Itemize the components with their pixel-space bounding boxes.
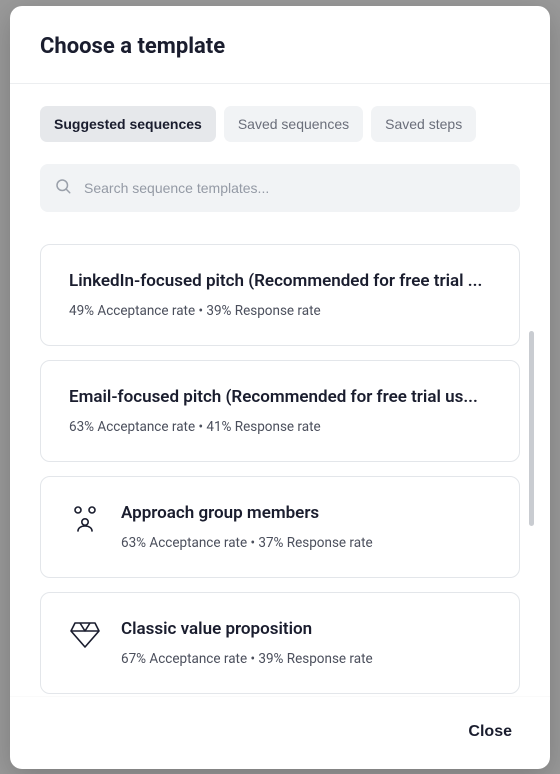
search-container[interactable] (40, 164, 520, 212)
modal-header: Choose a template (10, 6, 550, 84)
tab-saved-sequences[interactable]: Saved sequences (224, 106, 363, 142)
card-content: Approach group members 63% Acceptance ra… (121, 503, 491, 551)
close-button[interactable]: Close (460, 717, 520, 747)
template-card[interactable]: Classic value proposition 67% Acceptance… (40, 592, 520, 694)
search-input[interactable] (84, 180, 506, 196)
modal-title: Choose a template (40, 34, 520, 59)
card-title: Classic value proposition (121, 619, 491, 639)
template-list: LinkedIn-focused pitch (Recommended for … (40, 244, 520, 694)
card-title: Email-focused pitch (Recommended for fre… (69, 387, 491, 407)
card-stats: 63% Acceptance rate • 37% Response rate (121, 535, 491, 551)
search-icon (54, 177, 72, 199)
template-card[interactable]: Email-focused pitch (Recommended for fre… (40, 360, 520, 462)
card-content: Classic value proposition 67% Acceptance… (121, 619, 491, 667)
card-content: LinkedIn-focused pitch (Recommended for … (69, 271, 491, 319)
tabs: Suggested sequences Saved sequences Save… (40, 106, 520, 142)
card-stats: 67% Acceptance rate • 39% Response rate (121, 651, 491, 667)
card-stats: 49% Acceptance rate • 39% Response rate (69, 303, 491, 319)
card-content: Email-focused pitch (Recommended for fre… (69, 387, 491, 435)
modal-footer: Close (10, 696, 550, 769)
template-card[interactable]: Approach group members 63% Acceptance ra… (40, 476, 520, 578)
card-title: LinkedIn-focused pitch (Recommended for … (69, 271, 491, 291)
tab-suggested-sequences[interactable]: Suggested sequences (40, 106, 216, 142)
scrollbar[interactable] (529, 331, 534, 526)
card-title: Approach group members (121, 503, 491, 523)
template-modal: Choose a template Suggested sequences Sa… (10, 6, 550, 769)
diamond-icon (69, 619, 101, 649)
group-icon (69, 503, 101, 535)
modal-body: Suggested sequences Saved sequences Save… (10, 84, 550, 696)
template-card[interactable]: LinkedIn-focused pitch (Recommended for … (40, 244, 520, 346)
tab-saved-steps[interactable]: Saved steps (371, 106, 476, 142)
card-stats: 63% Acceptance rate • 41% Response rate (69, 419, 491, 435)
